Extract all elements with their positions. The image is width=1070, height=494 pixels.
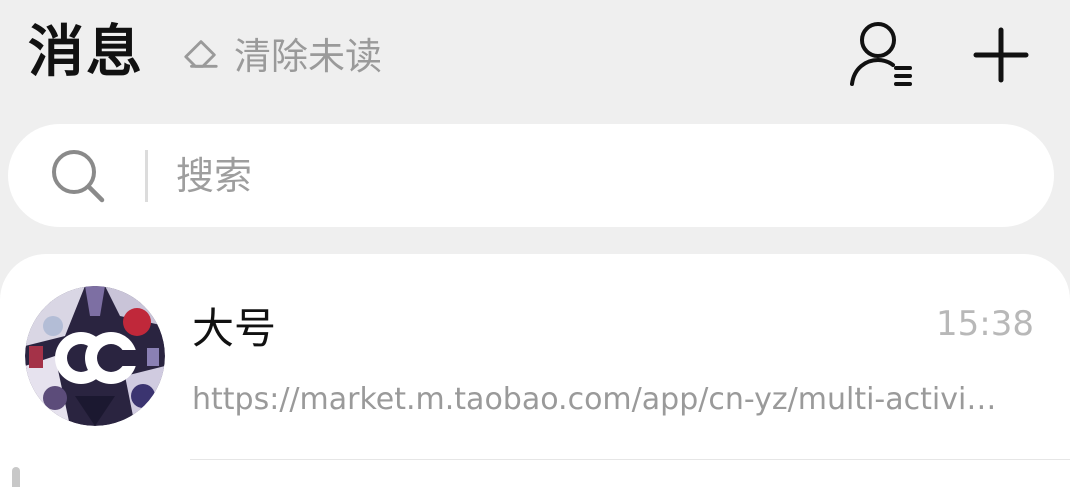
search-divider: [145, 150, 148, 202]
clear-unread-button[interactable]: 清除未读: [182, 30, 382, 78]
clear-unread-label: 清除未读: [234, 35, 382, 78]
contacts-button[interactable]: [846, 20, 918, 90]
contacts-list-icon: [850, 22, 912, 86]
row-divider: [190, 459, 1070, 460]
search-placeholder: 搜索: [176, 154, 253, 198]
page-title: 消息: [28, 20, 144, 85]
conversation-time: 15:38: [936, 304, 1034, 344]
add-button[interactable]: [970, 24, 1032, 86]
search-bar[interactable]: 搜索: [8, 124, 1054, 227]
conversation-name: 大号: [192, 304, 277, 353]
conversation-preview: https://market.m.taobao.com/app/cn-yz/mu…: [192, 382, 997, 417]
eraser-icon: [184, 40, 218, 68]
conversation-list: 大号 15:38 https://market.m.taobao.com/app…: [0, 254, 1070, 494]
next-item-edge: [12, 467, 20, 487]
avatar: [25, 286, 165, 426]
search-icon: [52, 150, 105, 203]
conversation-item[interactable]: 大号 15:38 https://market.m.taobao.com/app…: [0, 254, 1070, 459]
plus-icon: [973, 27, 1029, 83]
app-header: 消息 清除未读: [0, 0, 1070, 110]
